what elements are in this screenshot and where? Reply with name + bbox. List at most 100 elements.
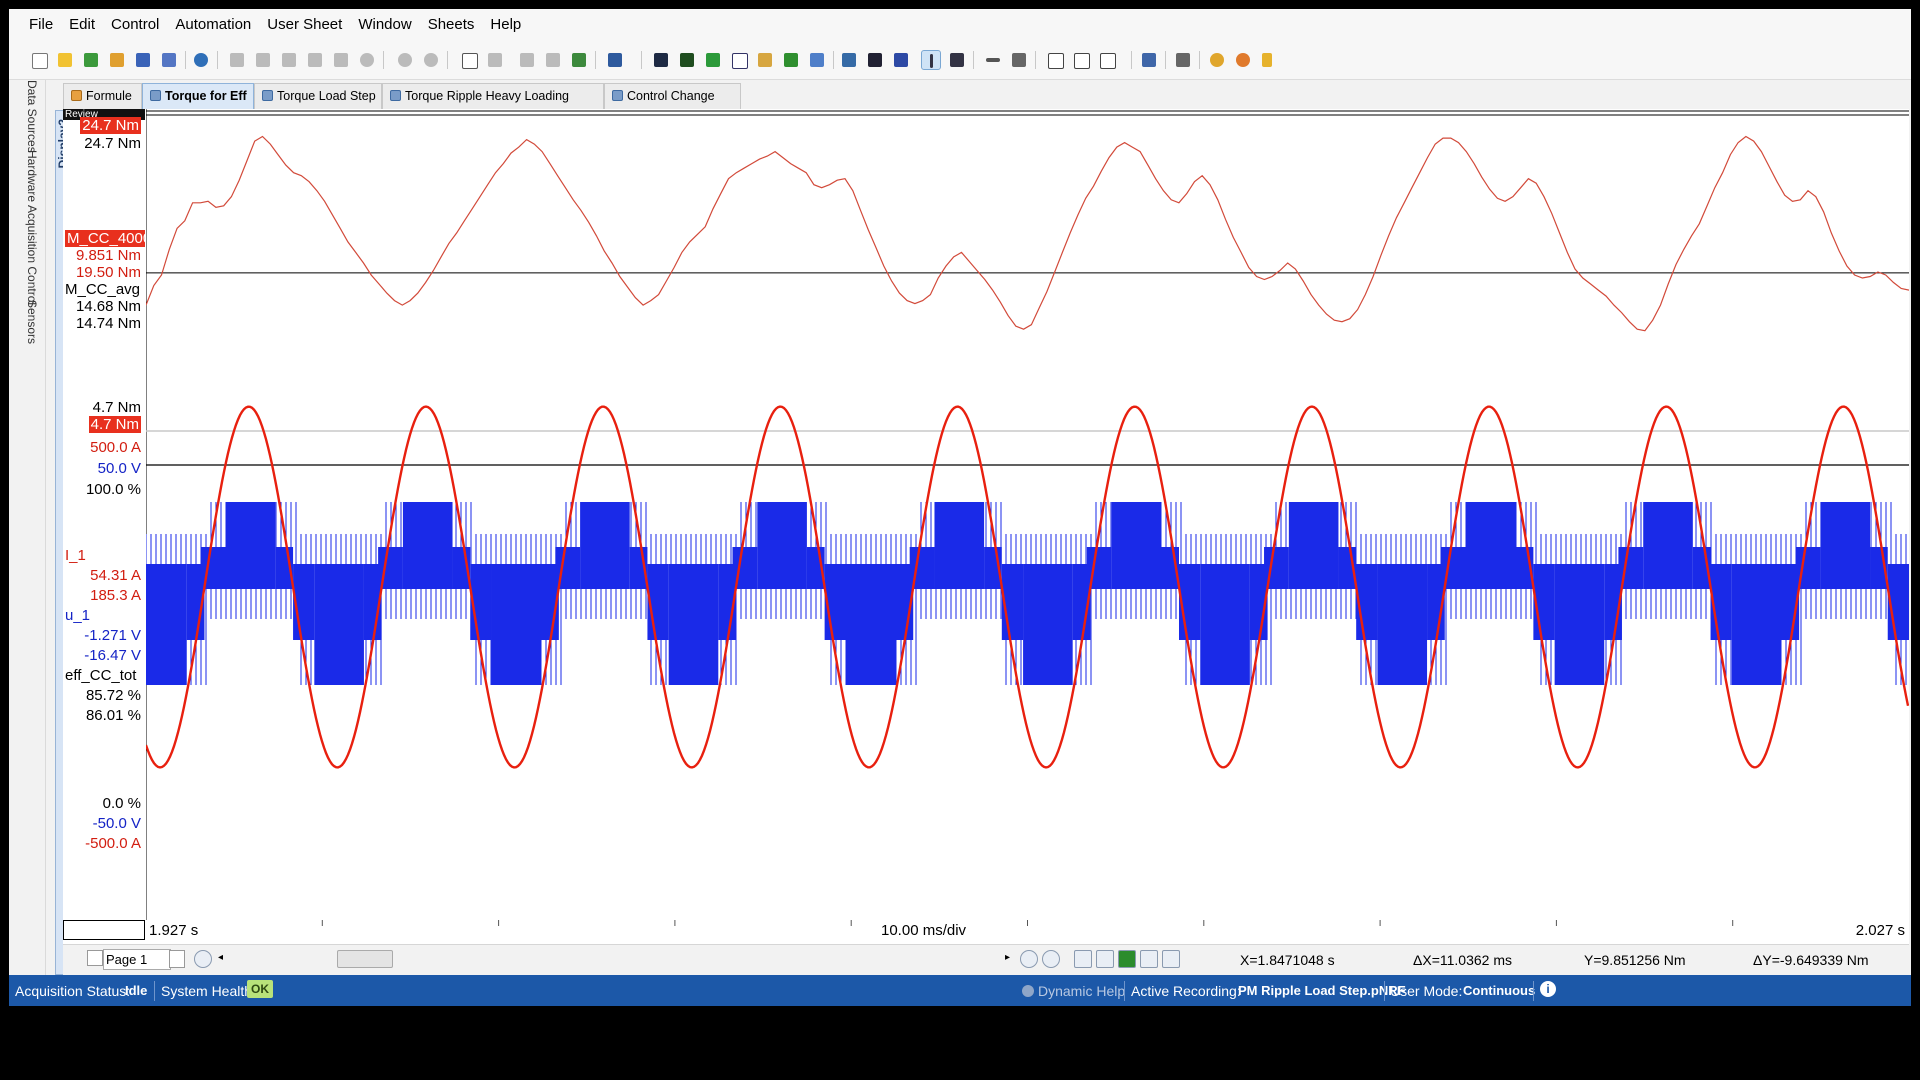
voltage-value-2: -16.47 V bbox=[84, 647, 141, 664]
menu-help[interactable]: Help bbox=[482, 13, 529, 37]
channel-name-i-1[interactable]: I_1 bbox=[65, 547, 86, 564]
yt-display-icon[interactable] bbox=[651, 50, 671, 70]
stop-playback-icon[interactable] bbox=[1118, 950, 1136, 968]
calculator-icon[interactable] bbox=[1139, 50, 1159, 70]
vector-icon[interactable] bbox=[729, 50, 749, 70]
menu-sheets[interactable]: Sheets bbox=[420, 13, 483, 37]
xy-display-icon[interactable] bbox=[703, 50, 723, 70]
page-selector[interactable]: Page 1 bbox=[103, 949, 171, 970]
scroll-left-icon[interactable]: ◂ bbox=[218, 952, 223, 963]
trigger-icon[interactable] bbox=[331, 50, 351, 70]
page-checkbox[interactable] bbox=[87, 950, 103, 966]
copy-icon[interactable] bbox=[485, 50, 505, 70]
meter-icon[interactable] bbox=[677, 50, 697, 70]
scale-v-max: 50.0 V bbox=[97, 460, 141, 477]
refresh-icon[interactable] bbox=[421, 50, 441, 70]
tab-control-change[interactable]: Control Change bbox=[604, 83, 741, 109]
menu-automation[interactable]: Automation bbox=[167, 13, 259, 37]
save-as-icon[interactable] bbox=[159, 50, 179, 70]
cursor-x-readout: X=1.8471048 s bbox=[1240, 952, 1335, 968]
active-recording-value[interactable]: PM Ripple Load Step.pNRF bbox=[1238, 983, 1406, 998]
print-icon[interactable] bbox=[1173, 50, 1193, 70]
scale-pct-max: 100.0 % bbox=[85, 481, 141, 498]
step-back-icon[interactable] bbox=[1096, 950, 1114, 968]
new-file-icon[interactable] bbox=[29, 50, 49, 70]
cursor-measure-icon[interactable] bbox=[947, 50, 967, 70]
menu-user-sheet[interactable]: User Sheet bbox=[259, 13, 350, 37]
tab-torque-ripple-heavy-loading[interactable]: Torque Ripple Heavy Loading bbox=[382, 83, 604, 109]
current-value-1: 54.31 A bbox=[90, 567, 141, 584]
open-template-icon[interactable] bbox=[107, 50, 127, 70]
zoom-out-icon[interactable] bbox=[194, 950, 212, 968]
cursor-icon[interactable] bbox=[921, 50, 941, 70]
horizontal-cursor-icon[interactable] bbox=[983, 50, 1003, 70]
acquisition-status-label: Acquisition Status: bbox=[15, 983, 131, 999]
channel-list-icon[interactable] bbox=[891, 50, 911, 70]
scroll-right-icon[interactable]: ▸ bbox=[1005, 952, 1010, 963]
side-tab-acquisition-control[interactable]: Acquisition Control bbox=[15, 205, 39, 305]
system-health-badge[interactable]: OK bbox=[247, 980, 273, 998]
microphone-icon[interactable] bbox=[357, 50, 377, 70]
export-icon[interactable] bbox=[191, 50, 211, 70]
map-icon[interactable] bbox=[781, 50, 801, 70]
menu-window[interactable]: Window bbox=[350, 13, 419, 37]
bar-display-icon[interactable] bbox=[807, 50, 827, 70]
top-panel-legend: 24.7 Nm 24.7 Nm M_CC_4000h 9.851 Nm 19.5… bbox=[63, 109, 145, 436]
document-icon[interactable] bbox=[517, 50, 537, 70]
edit-icon[interactable] bbox=[459, 50, 479, 70]
go-start-icon[interactable] bbox=[1074, 950, 1092, 968]
pin-dropdown-icon[interactable] bbox=[1259, 50, 1289, 70]
info-icon[interactable] bbox=[395, 50, 415, 70]
zoom-in-icon[interactable] bbox=[1020, 950, 1038, 968]
dynamic-help-link[interactable]: Dynamic Help bbox=[1022, 983, 1125, 999]
menu-bar: File Edit Control Automation User Sheet … bbox=[9, 9, 1911, 41]
preview-icon[interactable] bbox=[543, 50, 563, 70]
open-recording-icon[interactable] bbox=[81, 50, 101, 70]
cursor-details-icon[interactable] bbox=[1009, 50, 1029, 70]
side-tab-sensors[interactable]: Sensors bbox=[15, 300, 39, 344]
y-max-cursor-label[interactable]: 24.7 Nm bbox=[80, 117, 141, 134]
pause-icon[interactable] bbox=[305, 50, 325, 70]
zoom-reset-icon[interactable] bbox=[1042, 950, 1060, 968]
side-tab-data-sources[interactable]: Data Sources bbox=[15, 80, 39, 153]
go-end-icon[interactable] bbox=[1162, 950, 1180, 968]
zoom-fit-icon[interactable] bbox=[1045, 50, 1065, 70]
zoom-area-icon[interactable] bbox=[1071, 50, 1091, 70]
help-icon bbox=[1022, 985, 1034, 997]
side-tab-hardware[interactable]: Hardware bbox=[15, 150, 39, 202]
play-forward-icon[interactable] bbox=[1140, 950, 1158, 968]
channel-name-u-1[interactable]: u_1 bbox=[65, 607, 90, 624]
tab-torque-load-step[interactable]: Torque Load Step bbox=[254, 83, 382, 109]
voltage-value-1: -1.271 V bbox=[84, 627, 141, 644]
remove-note-icon[interactable] bbox=[1233, 50, 1253, 70]
user-mode-value[interactable]: Continuous bbox=[1463, 983, 1535, 998]
page-menu-button[interactable] bbox=[169, 950, 185, 968]
report-icon[interactable] bbox=[569, 50, 589, 70]
scrollbar-thumb[interactable] bbox=[337, 950, 393, 968]
channel-name-m-cc-4000h[interactable]: M_CC_4000h bbox=[65, 230, 145, 247]
annotate-dropdown-icon[interactable] bbox=[1097, 50, 1127, 70]
plot-area[interactable] bbox=[146, 109, 1909, 920]
table-icon[interactable] bbox=[839, 50, 859, 70]
time-axis: 1.927 s 10.00 ms/div 2.027 s bbox=[63, 920, 1909, 942]
menu-edit[interactable]: Edit bbox=[61, 13, 103, 37]
menu-file[interactable]: File bbox=[21, 13, 61, 37]
channel-name-m-cc-avg[interactable]: M_CC_avg bbox=[65, 281, 140, 298]
tab-formule[interactable]: Formule bbox=[63, 83, 142, 109]
bottom-panel-legend: 500.0 A 50.0 V 100.0 % I_1 54.31 A 185.3… bbox=[63, 439, 145, 856]
image-icon[interactable] bbox=[755, 50, 775, 70]
voltage-pulse-positive bbox=[1820, 502, 1871, 589]
menu-control[interactable]: Control bbox=[103, 13, 167, 37]
save-icon[interactable] bbox=[133, 50, 153, 70]
info-status-icon[interactable]: i bbox=[1540, 981, 1556, 997]
record-icon[interactable] bbox=[279, 50, 299, 70]
y-min-cursor-label[interactable]: 4.7 Nm bbox=[88, 416, 141, 433]
play-icon[interactable] bbox=[227, 50, 247, 70]
channel-name-eff-cc-tot[interactable]: eff_CC_tot bbox=[65, 667, 136, 684]
add-note-icon[interactable] bbox=[1207, 50, 1227, 70]
layout-dropdown-icon[interactable] bbox=[605, 50, 635, 70]
open-folder-icon[interactable] bbox=[55, 50, 75, 70]
stop-icon[interactable] bbox=[253, 50, 273, 70]
binoculars-icon[interactable] bbox=[865, 50, 885, 70]
tab-torque-for-eff[interactable]: Torque for Eff bbox=[142, 83, 254, 109]
